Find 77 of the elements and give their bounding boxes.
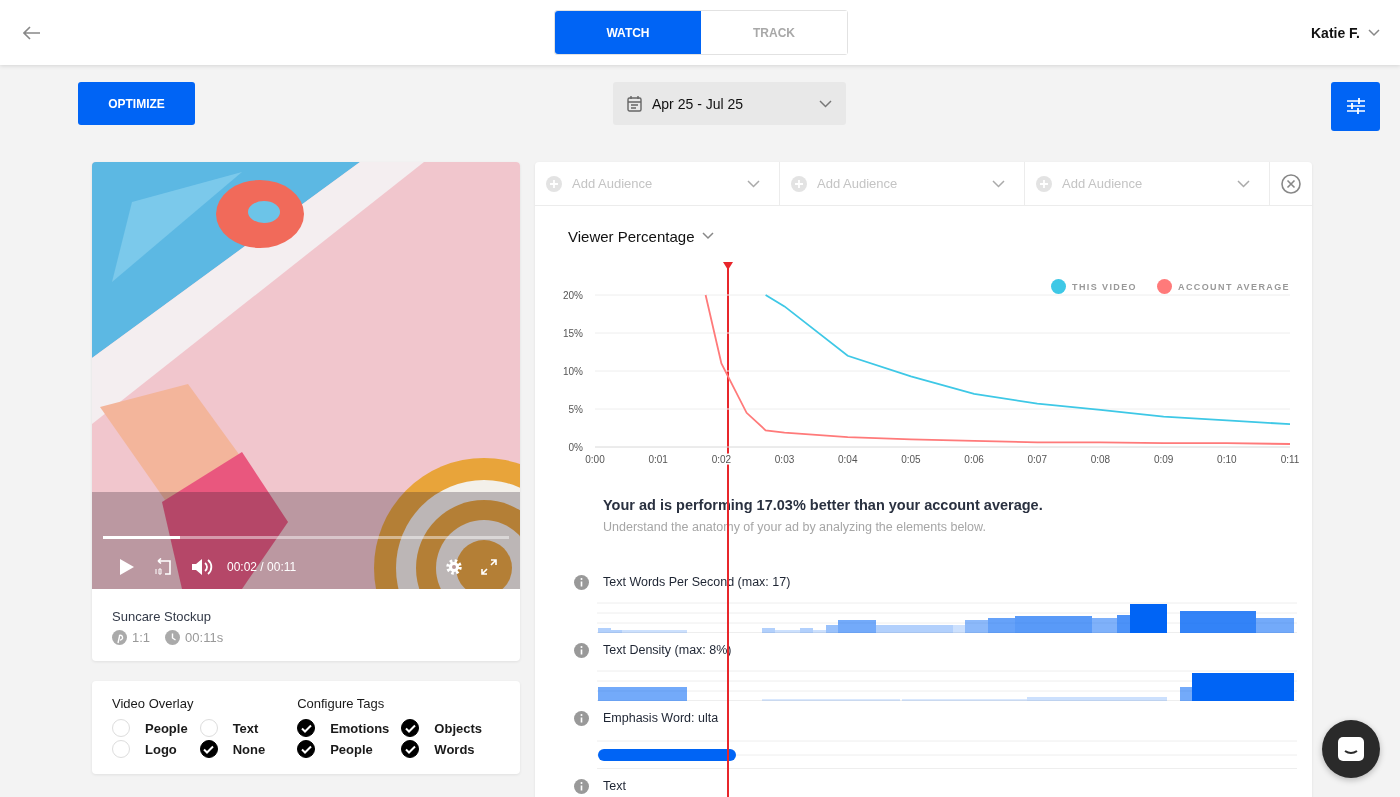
- user-menu[interactable]: Katie F.: [1311, 24, 1380, 41]
- replay-icon[interactable]: [153, 558, 173, 576]
- option-label: Logo: [145, 741, 177, 757]
- playback-time: 00:02 / 00:11: [227, 560, 297, 574]
- plus-circle-icon: [1036, 175, 1052, 192]
- legend-label: ACCOUNT AVERAGE: [1178, 281, 1291, 292]
- checkbox[interactable]: [401, 719, 420, 737]
- chevron-down-icon: [992, 179, 1005, 188]
- y-tick-label: 0%: [568, 442, 583, 453]
- chevron-down-icon: [747, 179, 760, 188]
- video-duration: 00:11s: [185, 630, 224, 645]
- check-icon: [300, 723, 312, 733]
- x-tick-label: 0:01: [648, 454, 668, 465]
- option-label: Text: [232, 720, 259, 736]
- group-title: Video Overlay: [112, 696, 195, 711]
- filter-settings-button[interactable]: [1331, 81, 1380, 131]
- plus-circle-icon: [546, 175, 562, 192]
- x-tick-label: 0:04: [838, 454, 858, 465]
- checkbox[interactable]: [297, 719, 316, 737]
- aspect-ratio: 1:1: [132, 630, 151, 645]
- x-tick-label: 0:06: [964, 454, 984, 465]
- chevron-down-icon: [819, 99, 832, 108]
- plus-circle-icon: [791, 175, 807, 192]
- option-label: People: [330, 741, 373, 757]
- chevron-down-icon: [702, 232, 715, 240]
- option-label: None: [232, 741, 266, 757]
- checkbox[interactable]: [401, 740, 420, 758]
- chat-button[interactable]: [1322, 720, 1380, 778]
- volume-icon[interactable]: [191, 558, 213, 576]
- x-tick-label: 0:03: [774, 454, 795, 465]
- info-icon[interactable]: [574, 642, 589, 658]
- legend-label: THIS VIDEO: [1072, 281, 1137, 292]
- option-label: People: [145, 720, 188, 736]
- check-icon: [404, 744, 416, 754]
- close-icon[interactable]: [1281, 173, 1301, 194]
- option-label: Objects: [434, 720, 483, 736]
- clock-icon: [165, 630, 181, 645]
- fullscreen-icon[interactable]: [481, 559, 497, 575]
- info-icon[interactable]: [574, 778, 589, 794]
- element-label: Emphasis Word: ulta: [603, 711, 719, 725]
- y-tick-label: 20%: [563, 290, 583, 301]
- check-icon: [203, 744, 215, 754]
- progress-track[interactable]: [103, 536, 509, 539]
- metric-dropdown[interactable]: Viewer Percentage: [568, 226, 715, 246]
- y-tick-label: 5%: [568, 404, 583, 415]
- back-arrow-icon[interactable]: [23, 25, 41, 40]
- sliders-icon: [1346, 98, 1365, 114]
- chevron-down-icon: [1368, 28, 1380, 37]
- option-label: Emotions: [330, 720, 390, 736]
- chevron-down-icon: [1237, 179, 1250, 188]
- info-icon[interactable]: [574, 574, 589, 590]
- x-tick-label: 0:07: [1027, 454, 1047, 465]
- x-tick-label: 0:05: [901, 454, 921, 465]
- option-label: Words: [434, 741, 475, 757]
- checkbox[interactable]: [297, 740, 316, 758]
- date-range-picker[interactable]: Apr 25 - Jul 25: [613, 82, 846, 125]
- view-tab[interactable]: WATCH: [555, 11, 701, 54]
- chat-icon: [1337, 736, 1365, 762]
- info-icon[interactable]: [574, 710, 589, 726]
- x-tick-label: 0:11: [1280, 454, 1300, 465]
- y-tick-label: 15%: [563, 328, 583, 339]
- element-label: Text: [603, 779, 626, 793]
- group-title: Configure Tags: [297, 696, 386, 711]
- x-tick-label: 0:09: [1153, 454, 1174, 465]
- check-icon: [404, 723, 416, 733]
- settings-icon[interactable]: [445, 558, 463, 576]
- y-tick-label: 10%: [563, 366, 583, 377]
- x-tick-label: 0:10: [1217, 454, 1237, 465]
- x-tick-label: 0:00: [585, 454, 605, 465]
- play-icon[interactable]: [119, 558, 135, 576]
- optimize-button[interactable]: OPTIMIZE: [78, 82, 195, 125]
- x-tick-label: 0:08: [1090, 454, 1111, 465]
- video-title: Suncare Stockup: [112, 609, 212, 624]
- checkbox[interactable]: [199, 740, 218, 758]
- calendar-icon: [627, 95, 642, 112]
- pinterest-icon: [112, 630, 127, 645]
- check-icon: [300, 744, 312, 754]
